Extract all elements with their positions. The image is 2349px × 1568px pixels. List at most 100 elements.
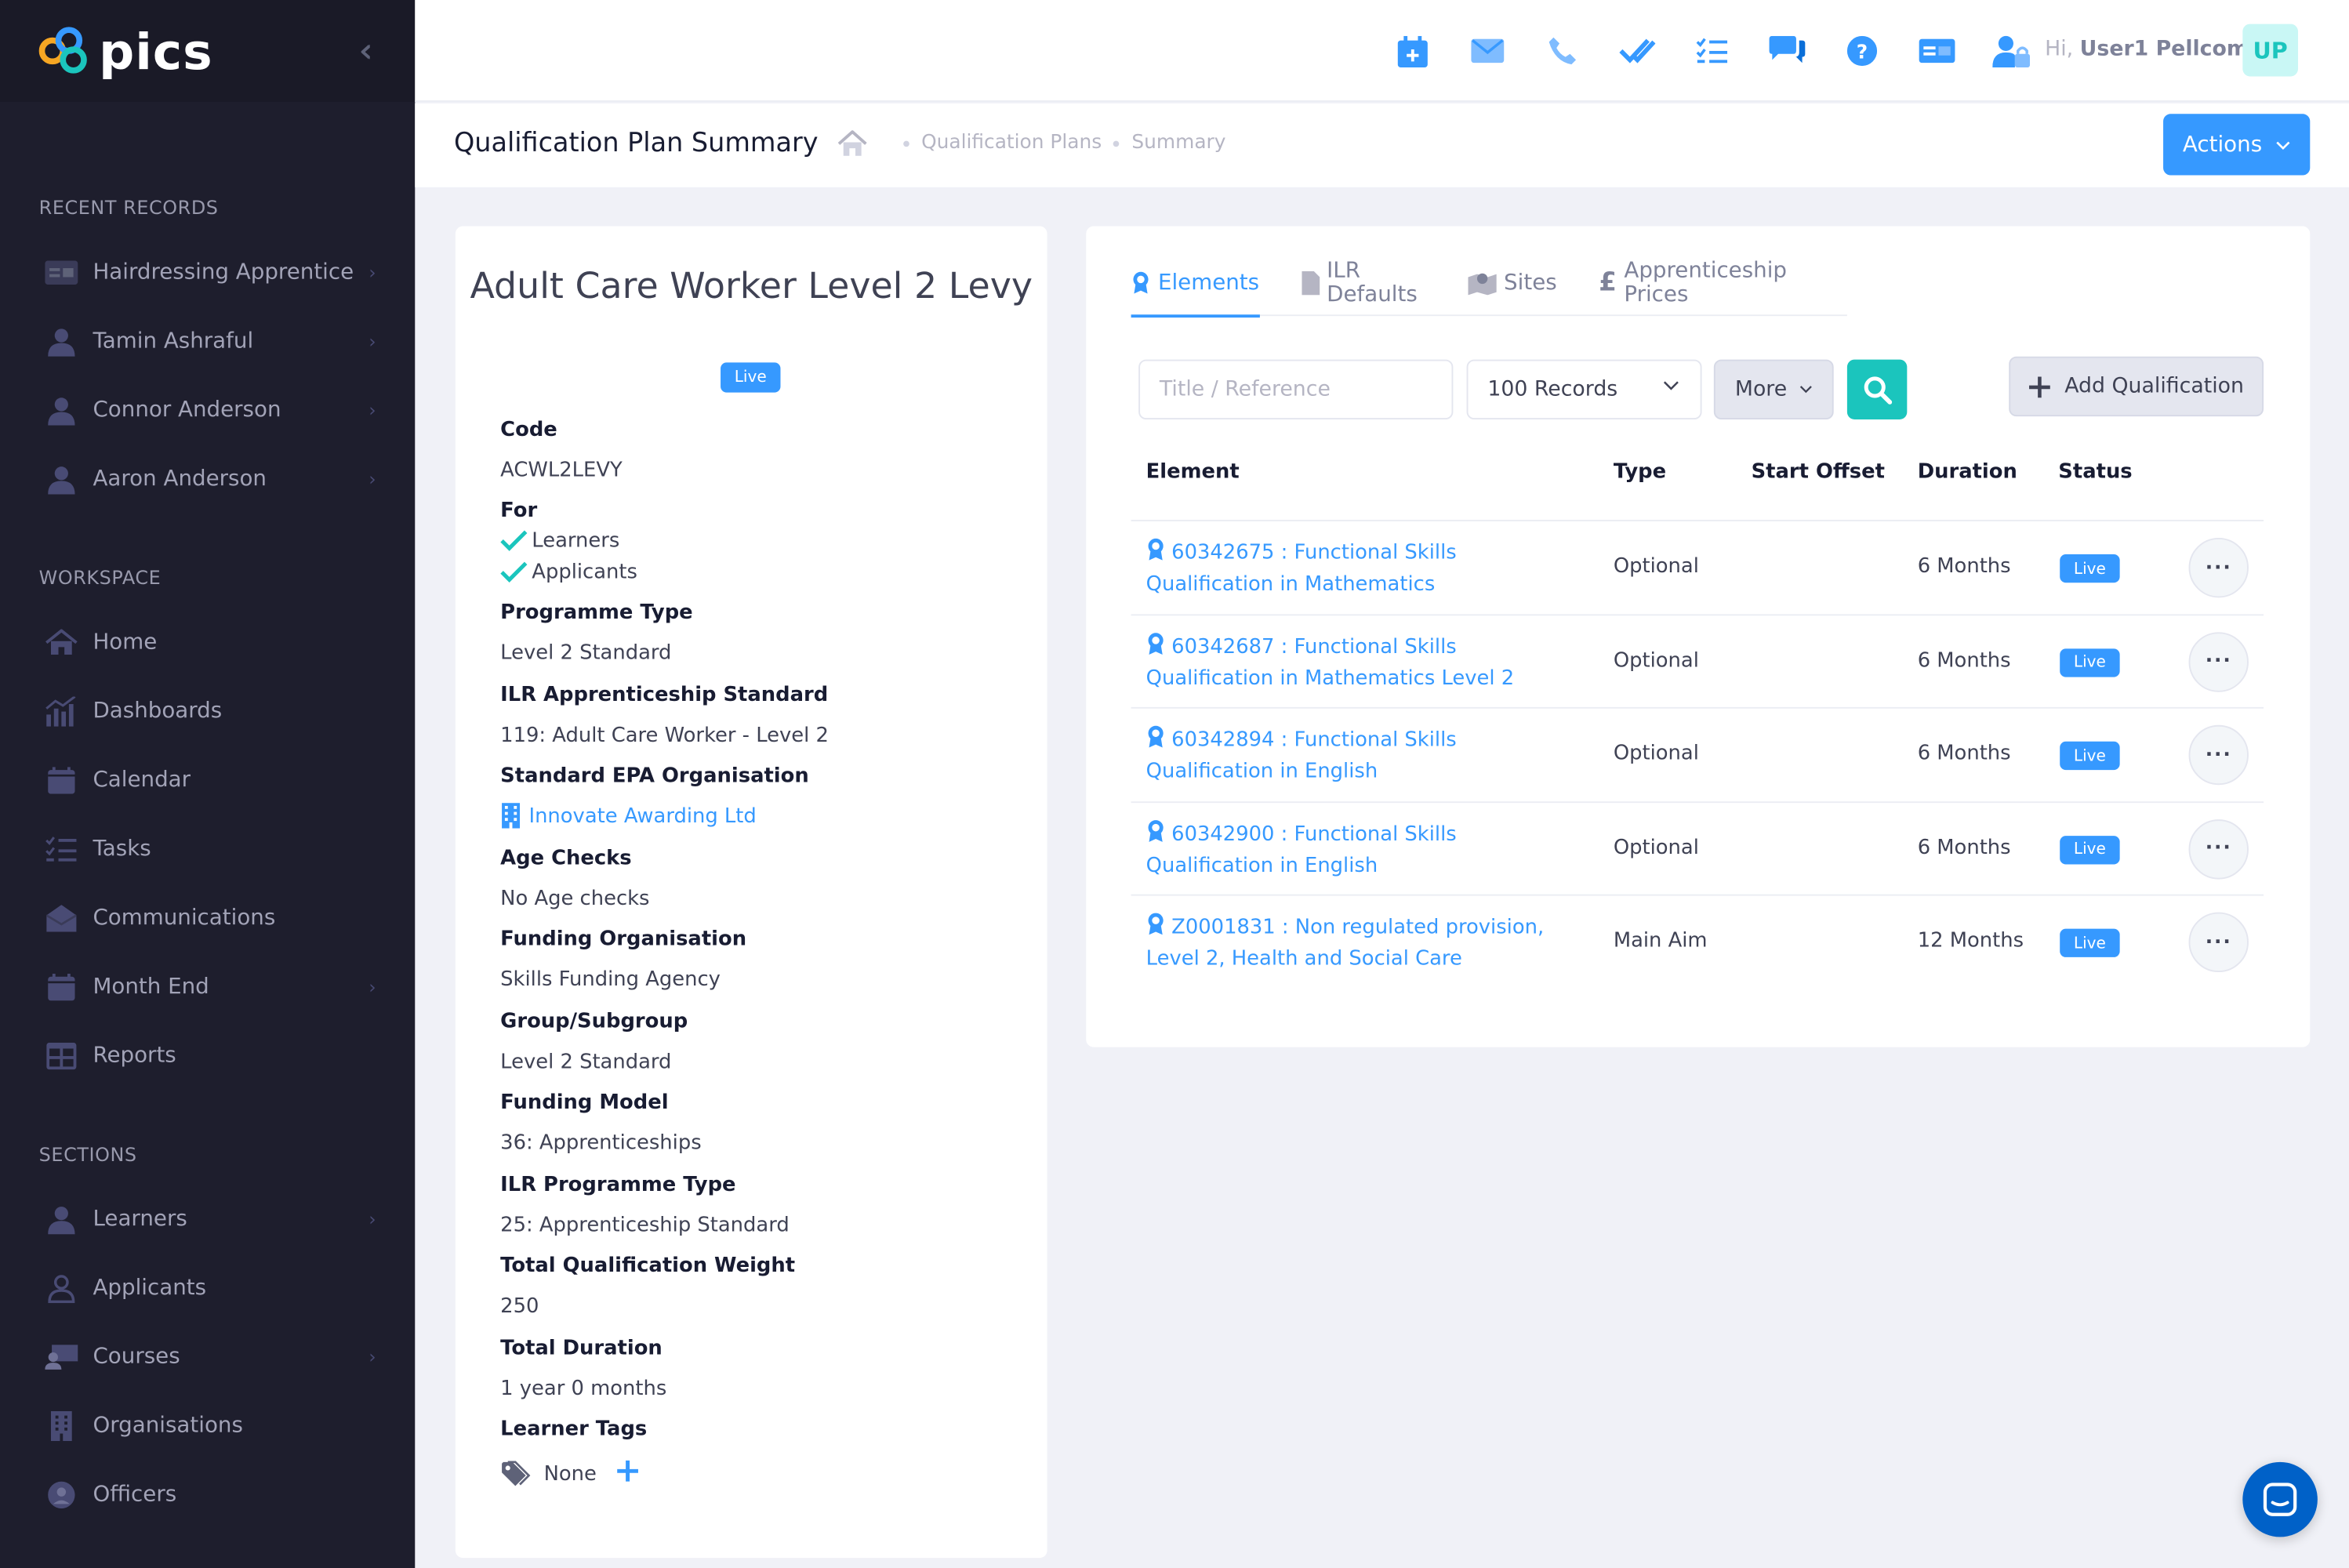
mail-icon[interactable] [1450, 28, 1526, 73]
sidebar-item-home[interactable]: Home [0, 608, 415, 677]
element-duration: 6 Months [1917, 741, 2011, 766]
group-label: Group/Subgroup [500, 1009, 688, 1034]
age-checks-value: No Age checks [500, 887, 650, 911]
row-actions-button[interactable]: ··· [2188, 912, 2249, 973]
sidebar-item-courses[interactable]: Courses › [0, 1323, 415, 1392]
logo-icon [38, 24, 93, 78]
tab-apprenticeship-prices[interactable]: £ Apprenticeship Prices [1599, 260, 1805, 316]
sidebar-item-label: Officers [93, 1483, 177, 1508]
search-button[interactable] [1846, 359, 1908, 419]
chat-launcher-button[interactable] [2242, 1461, 2318, 1537]
check-icon [500, 530, 528, 551]
element-link[interactable]: 60342675 : Functional Skills Qualificatio… [1146, 538, 1566, 601]
sidebar-item-label: Tamin Ashraful [93, 329, 254, 354]
home-icon[interactable] [836, 129, 869, 163]
weight-label: Total Qualification Weight [500, 1254, 796, 1278]
user-icon [45, 1204, 78, 1234]
breadcrumb-summary[interactable]: Summary [1131, 132, 1225, 154]
col-status[interactable]: Status [2058, 460, 2132, 485]
sidebar-item-calendar[interactable]: Calendar [0, 746, 415, 815]
col-type[interactable]: Type [1614, 460, 1666, 485]
records-select[interactable]: 100 Records [1466, 359, 1702, 419]
ilr-programme-type-value: 25: Apprenticeship Standard [500, 1213, 790, 1238]
brand-name: pics [99, 21, 213, 81]
sidebar-item-month-end[interactable]: Month End › [0, 953, 415, 1022]
add-qualification-label: Add Qualification [2064, 374, 2244, 399]
sidebar-item-reports[interactable]: Reports [0, 1022, 415, 1091]
award-icon [1146, 819, 1171, 846]
chart-icon [45, 696, 78, 727]
sidebar-item-tamin-ashraful[interactable]: Tamin Ashraful › [0, 307, 415, 376]
sidebar-item-organisations[interactable]: Organisations [0, 1392, 415, 1461]
checklist-icon[interactable] [1675, 28, 1750, 73]
calendar-plus-icon[interactable] [1375, 28, 1450, 73]
more-button[interactable]: More [1713, 359, 1834, 419]
double-check-icon[interactable] [1600, 28, 1676, 73]
sidebar-item-applicants[interactable]: Applicants [0, 1254, 415, 1323]
sidebar-item-tasks[interactable]: Tasks [0, 815, 415, 884]
for-label: For [500, 499, 538, 523]
calendar-icon [45, 765, 78, 795]
calendar-icon [45, 972, 78, 1002]
chat-icon [2263, 1483, 2297, 1516]
avatar[interactable]: UP [2242, 24, 2299, 77]
tasks-icon [45, 834, 78, 864]
row-actions-button[interactable]: ··· [2188, 537, 2249, 598]
element-title-line1: 60342894 : Functional Skills [1171, 728, 1457, 753]
status-badge: Live [2060, 554, 2120, 583]
brand[interactable]: pics ‹‹ [0, 0, 416, 102]
sidebar-item-officers[interactable]: Officers [0, 1461, 415, 1530]
for-applicants: Applicants [500, 561, 637, 584]
sidebar-item-aaron-anderson[interactable]: Aaron Anderson › [0, 445, 415, 514]
actions-button[interactable]: Actions [2163, 114, 2311, 176]
row-actions-button[interactable]: ··· [2188, 631, 2249, 691]
award-icon [1146, 725, 1171, 753]
funding-org-label: Funding Organisation [500, 927, 747, 952]
col-start-offset[interactable]: Start Offset [1752, 460, 1885, 485]
row-actions-button[interactable]: ··· [2188, 724, 2249, 786]
workspace-title: WORKSPACE [38, 566, 162, 589]
epa-value[interactable]: Innovate Awarding Ltd [500, 803, 757, 829]
element-link[interactable]: 60342894 : Functional Skills Qualificatio… [1146, 725, 1566, 788]
user-lock-icon[interactable] [1974, 28, 2049, 73]
element-link[interactable]: 60342687 : Functional Skills Qualificatio… [1146, 631, 1566, 694]
sidebar-item-learners[interactable]: Learners › [0, 1185, 415, 1254]
element-link[interactable]: 60342900 : Functional Skills Qualificatio… [1146, 818, 1566, 881]
award-icon [1131, 271, 1151, 296]
col-duration[interactable]: Duration [1918, 460, 2017, 485]
epa-link[interactable]: Innovate Awarding Ltd [528, 804, 756, 828]
weight-value: 250 [500, 1294, 539, 1319]
officer-icon [45, 1480, 78, 1510]
row-actions-button[interactable]: ··· [2188, 818, 2249, 879]
building-icon [502, 803, 521, 829]
add-qualification-button[interactable]: Add Qualification [2009, 356, 2264, 417]
chat-icon[interactable] [1750, 28, 1825, 73]
sidebar-item-dashboards[interactable]: Dashboards [0, 677, 415, 746]
learner-tags-none: None [543, 1461, 597, 1486]
collapse-sidebar-icon[interactable]: ‹‹ [358, 33, 370, 71]
phone-icon[interactable] [1525, 28, 1600, 73]
help-icon[interactable]: ? [1824, 28, 1900, 73]
sidebar-item-label: Learners [93, 1207, 187, 1232]
tab-elements[interactable]: Elements [1131, 265, 1259, 318]
sidebar-item-connor-anderson[interactable]: Connor Anderson › [0, 376, 415, 445]
learner-tags-label: Learner Tags [500, 1417, 648, 1442]
sidebar-item-hairdressing-apprentice[interactable]: Hairdressing Apprentice › [0, 238, 415, 307]
col-element[interactable]: Element [1146, 460, 1240, 485]
topbar: ? Hi, User1 Pellcomp UP [415, 0, 2349, 102]
sidebar-item-label: Reports [93, 1044, 176, 1069]
sidebar-item-communications[interactable]: Communications [0, 884, 415, 953]
search-input[interactable]: Title / Reference [1138, 359, 1454, 419]
elements-card: Elements ILR Defaults Sites £ Apprentice… [1086, 226, 2311, 1047]
user-greeting[interactable]: Hi, User1 Pellcomp [2045, 38, 2264, 62]
breadcrumb-qualification-plans[interactable]: Qualification Plans [921, 132, 1102, 154]
id-card-icon [45, 258, 78, 288]
sidebar-item-label: Dashboards [93, 699, 223, 724]
award-icon [1146, 632, 1171, 659]
sidebar: pics ‹‹ RECENT RECORDS Hairdressing Appr… [0, 0, 416, 1568]
id-card-icon[interactable] [1900, 28, 1975, 73]
tab-sites[interactable]: Sites [1468, 265, 1557, 316]
element-link[interactable]: Z0001831 : Non regulated provision, Level… [1146, 913, 1566, 975]
tab-ilr-defaults[interactable]: ILR Defaults [1301, 260, 1426, 316]
add-tag-icon[interactable] [616, 1459, 641, 1483]
